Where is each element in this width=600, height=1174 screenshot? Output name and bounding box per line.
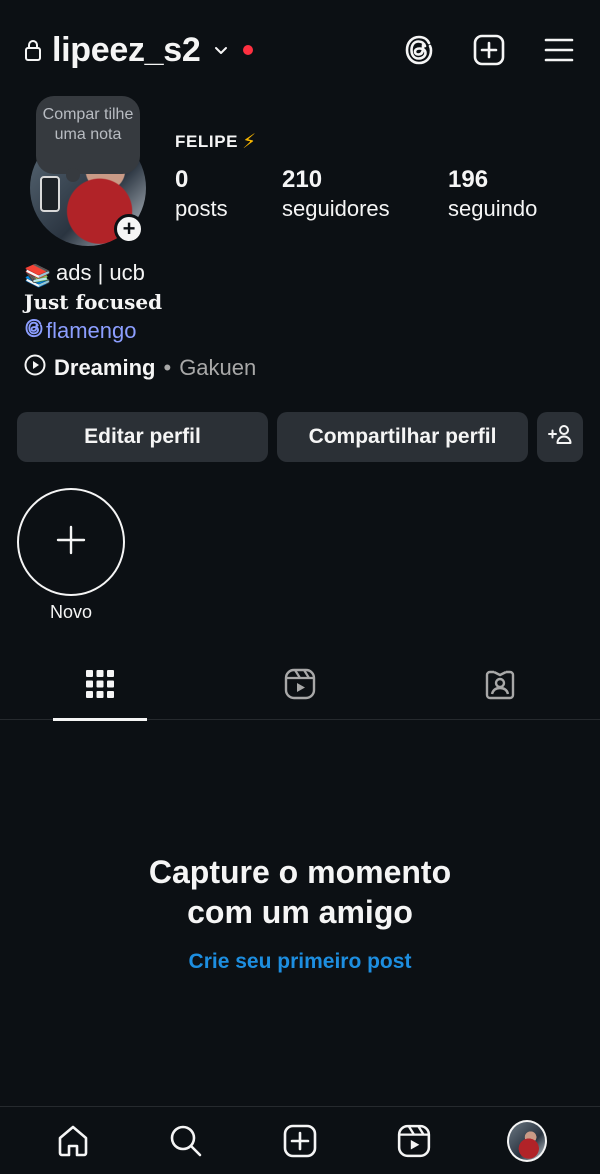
threads-icon[interactable] — [402, 33, 436, 67]
reels-icon — [284, 668, 316, 705]
books-emoji: 📚 — [24, 263, 52, 288]
profile-stats: 0 posts 210 seguidores 196 seguindo — [175, 166, 575, 230]
bolt-emoji: ⚡ — [242, 131, 257, 153]
threads-link[interactable]: flamengo — [24, 316, 162, 346]
bottom-nav — [0, 1106, 600, 1174]
plus-icon — [55, 524, 87, 561]
stat-following[interactable]: 196 seguindo — [448, 166, 537, 222]
profile-screen: lipeez_s2 + Compar tilhe uma nota FELIPE… — [0, 0, 600, 1174]
new-post-icon[interactable] — [472, 33, 506, 67]
chevron-down-icon[interactable] — [213, 42, 229, 58]
profile-actions: Editar perfil Compartilhar perfil — [17, 412, 583, 462]
search-icon[interactable] — [166, 1121, 206, 1161]
grid-icon — [85, 669, 115, 704]
add-story-plus-icon[interactable]: + — [114, 214, 144, 244]
add-person-icon — [547, 423, 573, 451]
stat-followers[interactable]: 210 seguidores — [282, 166, 390, 222]
bio-line: Just focused — [24, 290, 163, 314]
notification-dot — [242, 45, 253, 55]
lock-icon — [24, 39, 42, 61]
empty-headline: Capture o momento com um amigo — [148, 854, 452, 930]
new-highlight-ring[interactable] — [17, 488, 125, 596]
discover-people-button[interactable] — [537, 412, 583, 462]
tagged-icon — [484, 668, 516, 705]
create-icon[interactable] — [280, 1121, 320, 1161]
share-profile-button[interactable]: Compartilhar perfil — [277, 412, 528, 462]
empty-state: Capture o momento com um amigo Crie seu … — [0, 852, 600, 974]
edit-profile-button[interactable]: Editar perfil — [17, 412, 268, 462]
bio-line: 📚 ads | ucb — [24, 260, 145, 288]
tab-reels[interactable] — [253, 652, 347, 720]
note-bubble[interactable]: Compar tilhe uma nota — [36, 96, 140, 182]
tab-tagged[interactable] — [453, 652, 547, 720]
music-title: Dreaming — [54, 355, 156, 380]
reels-icon[interactable] — [394, 1121, 434, 1161]
bio: 📚 ads | ucb Just focused flamengo — [24, 258, 162, 346]
menu-icon[interactable] — [542, 33, 576, 67]
play-circle-icon — [24, 354, 46, 382]
music-artist: Gakuen — [179, 355, 257, 380]
tab-grid[interactable] — [53, 652, 147, 721]
profile-avatar[interactable] — [507, 1119, 548, 1162]
stat-posts[interactable]: 0 posts — [175, 166, 228, 222]
username[interactable]: lipeez_s2 — [52, 31, 201, 70]
top-bar: lipeez_s2 — [0, 0, 600, 100]
new-highlight-label: Novo — [49, 602, 93, 622]
note-text: Compar tilhe uma nota — [42, 106, 134, 143]
profile-music[interactable]: Dreaming • Gakuen — [24, 354, 256, 382]
create-first-post-link[interactable]: Crie seu primeiro post — [0, 950, 600, 974]
home-icon[interactable] — [53, 1121, 93, 1161]
header-actions — [402, 33, 576, 67]
avatar — [507, 1119, 548, 1162]
display-name: FELIPE ⚡ — [175, 131, 257, 153]
threads-icon — [24, 318, 44, 344]
profile-tabs — [0, 652, 600, 721]
new-highlight[interactable]: Novo — [17, 488, 125, 623]
account-switcher[interactable]: lipeez_s2 — [24, 31, 253, 70]
